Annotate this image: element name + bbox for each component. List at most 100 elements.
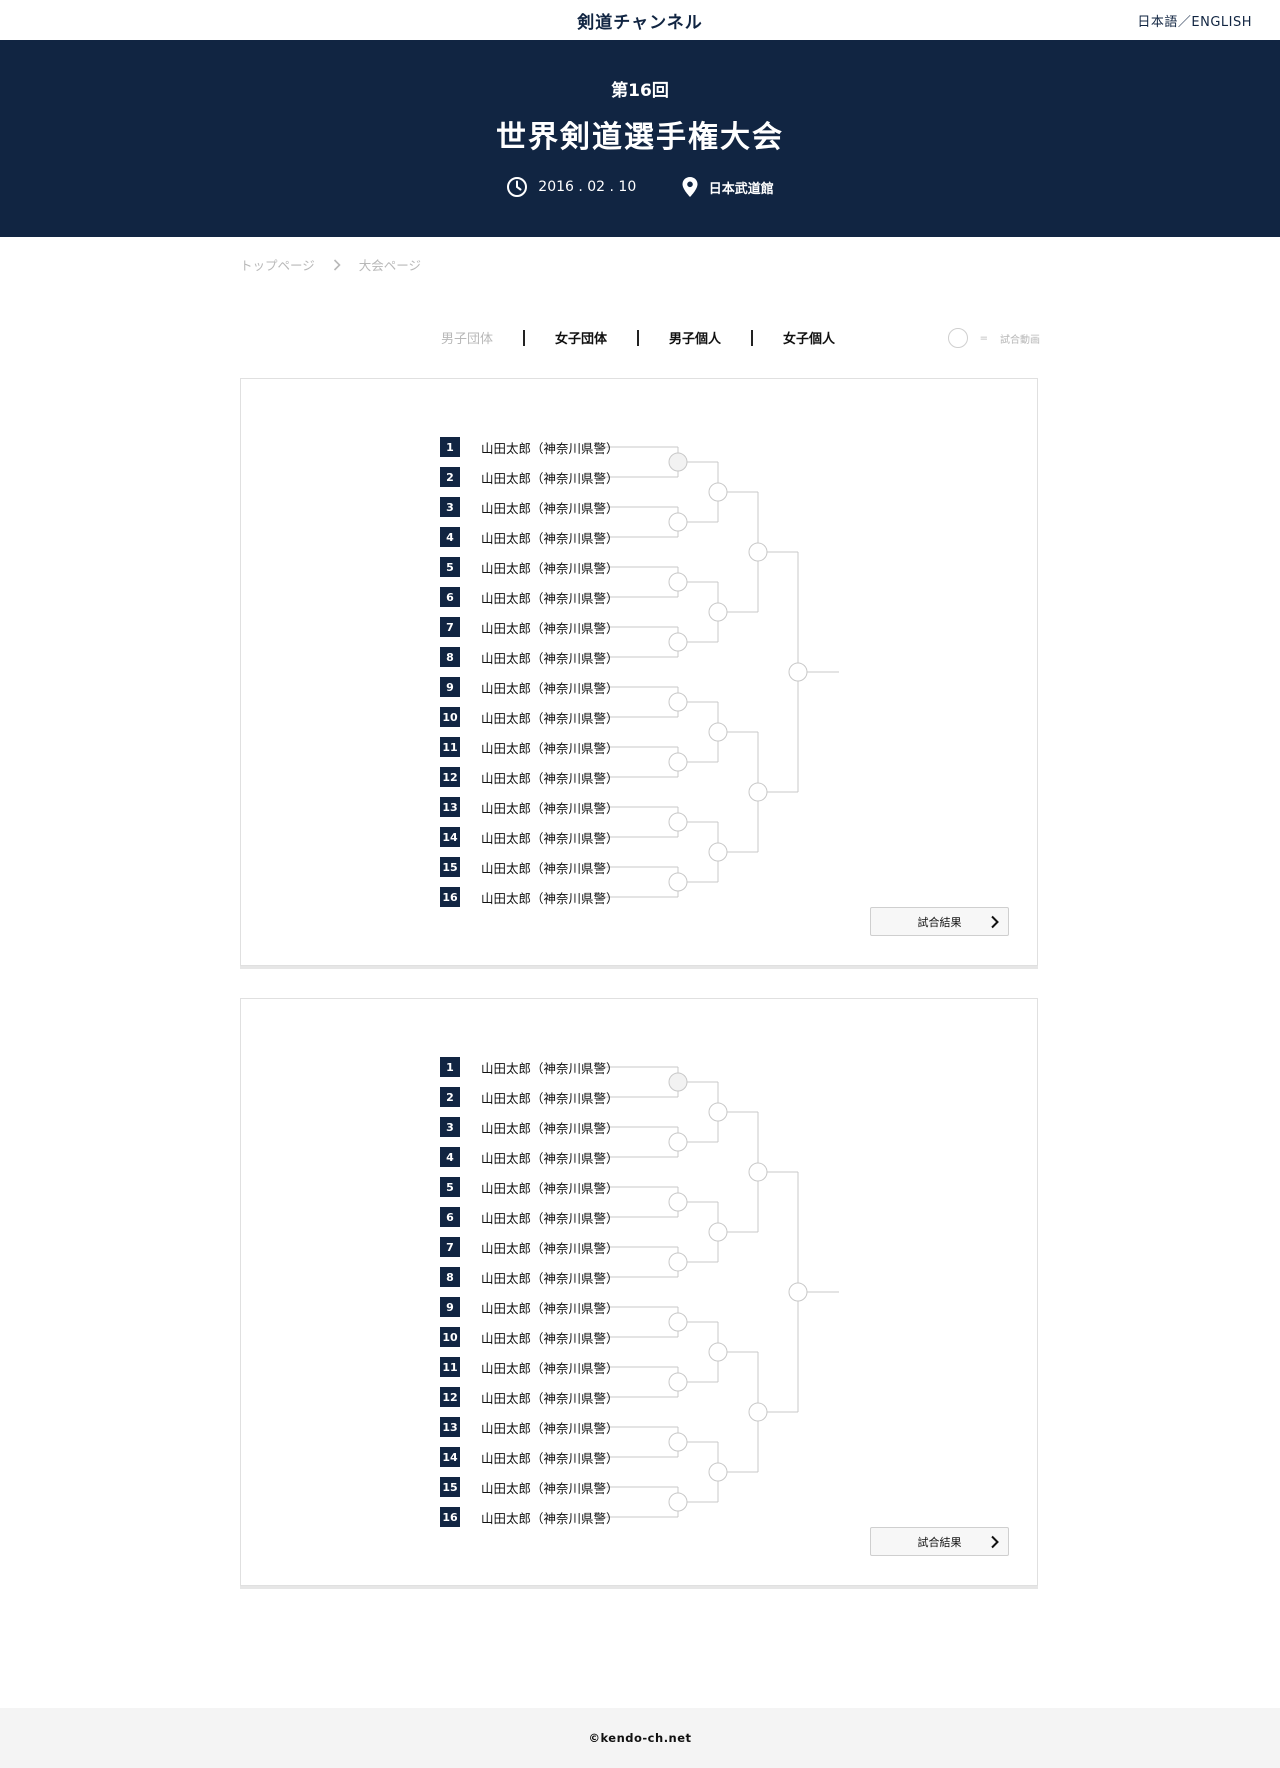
- seed-badge: 12: [440, 1387, 460, 1407]
- match-node-round-2[interactable]: [708, 842, 728, 862]
- match-node-round-2[interactable]: [708, 1462, 728, 1482]
- clock-icon: [507, 177, 528, 197]
- match-node-round-1[interactable]: [668, 1132, 688, 1152]
- match-node-round-1[interactable]: [668, 812, 688, 832]
- match-results-button[interactable]: 試合結果: [870, 907, 1009, 936]
- tournament-venue: 日本武道館: [681, 176, 774, 198]
- breadcrumb-current[interactable]: 大会ページ: [359, 255, 421, 274]
- site-title[interactable]: 剣道チャンネル: [0, 8, 1280, 33]
- seed-badge: 12: [440, 767, 460, 787]
- player-name: 山田太郎（神奈川県警）: [481, 530, 619, 546]
- match-results-button[interactable]: 試合結果: [870, 1527, 1009, 1556]
- player-name: 山田太郎（神奈川県警）: [481, 440, 619, 456]
- breadcrumb-home[interactable]: トップページ: [240, 255, 315, 274]
- match-node-round-1[interactable]: [668, 1312, 688, 1332]
- match-node-round-2[interactable]: [708, 482, 728, 502]
- bracket-entry: 14 山田太郎（神奈川県警）: [440, 827, 619, 847]
- seed-badge: 4: [440, 1147, 460, 1167]
- language-switch[interactable]: 日本語／ENGLISH: [1137, 11, 1252, 30]
- match-node-round-2[interactable]: [708, 722, 728, 742]
- match-results-label: 試合結果: [917, 1535, 962, 1549]
- match-node-round-2[interactable]: [708, 1342, 728, 1362]
- match-node-round-1[interactable]: [668, 752, 688, 772]
- player-name: 山田太郎（神奈川県警）: [481, 1390, 619, 1406]
- match-node-round-1[interactable]: [668, 1372, 688, 1392]
- match-node-round-1[interactable]: [668, 572, 688, 592]
- bracket-entry: 16 山田太郎（神奈川県警）: [440, 887, 619, 907]
- seed-badge: 1: [440, 1057, 460, 1077]
- match-node-round-1[interactable]: [668, 1072, 688, 1092]
- player-name: 山田太郎（神奈川県警）: [481, 800, 619, 816]
- bracket-tree: [598, 446, 839, 898]
- tab-womens-team[interactable]: 女子団体: [544, 328, 618, 347]
- tab-mens-individual[interactable]: 男子個人: [658, 328, 732, 347]
- seed-badge: 13: [440, 1417, 460, 1437]
- bracket-entry: 5 山田太郎（神奈川県警）: [440, 1177, 619, 1197]
- seed-badge: 10: [440, 1327, 460, 1347]
- match-node-round-1[interactable]: [668, 1192, 688, 1212]
- seed-badge: 3: [440, 1117, 460, 1137]
- tab-womens-individual[interactable]: 女子個人: [772, 328, 846, 347]
- player-name: 山田太郎（神奈川県警）: [481, 1210, 619, 1226]
- player-name: 山田太郎（神奈川県警）: [481, 770, 619, 786]
- legend-equals: =: [979, 332, 988, 344]
- bracket-entry: 12 山田太郎（神奈川県警）: [440, 1387, 619, 1407]
- seed-badge: 5: [440, 557, 460, 577]
- match-node-round-4[interactable]: [788, 662, 808, 682]
- player-name: 山田太郎（神奈川県警）: [481, 650, 619, 666]
- match-node-round-2[interactable]: [708, 1222, 728, 1242]
- bracket-entry: 1 山田太郎（神奈川県警）: [440, 1057, 619, 1077]
- seed-badge: 2: [440, 467, 460, 487]
- bracket-entry: 7 山田太郎（神奈川県警）: [440, 617, 619, 637]
- category-tabs: 男子団体 女子団体 男子個人 女子個人: [430, 328, 846, 347]
- date-text: 2016 . 02 . 10: [538, 179, 637, 195]
- match-node-round-4[interactable]: [788, 1282, 808, 1302]
- bracket-entry: 2 山田太郎（神奈川県警）: [440, 1087, 619, 1107]
- tab-mens-team[interactable]: 男子団体: [430, 328, 504, 347]
- match-node-round-3[interactable]: [748, 782, 768, 802]
- match-node-round-1[interactable]: [668, 692, 688, 712]
- match-node-round-1[interactable]: [668, 1252, 688, 1272]
- match-node-round-3[interactable]: [748, 1162, 768, 1182]
- bracket-entry: 6 山田太郎（神奈川県警）: [440, 587, 619, 607]
- venue-text: 日本武道館: [708, 181, 774, 197]
- tournament-name: 世界剣道選手権大会: [496, 120, 784, 155]
- location-pin-icon: [682, 177, 698, 197]
- chevron-right-icon: [991, 1535, 999, 1549]
- player-name: 山田太郎（神奈川県警）: [481, 1330, 619, 1346]
- match-node-round-1[interactable]: [668, 452, 688, 472]
- match-node-round-2[interactable]: [708, 602, 728, 622]
- seed-badge: 10: [440, 707, 460, 727]
- bracket-entry: 16 山田太郎（神奈川県警）: [440, 1507, 619, 1527]
- tab-divider: [504, 329, 544, 346]
- match-video-circle-icon: [947, 328, 968, 348]
- match-node-round-3[interactable]: [748, 1402, 768, 1422]
- bracket-entry: 8 山田太郎（神奈川県警）: [440, 647, 619, 667]
- seed-badge: 13: [440, 797, 460, 817]
- player-name: 山田太郎（神奈川県警）: [481, 1270, 619, 1286]
- player-name: 山田太郎（神奈川県警）: [481, 1450, 619, 1466]
- seed-badge: 6: [440, 587, 460, 607]
- bracket-entry: 4 山田太郎（神奈川県警）: [440, 527, 619, 547]
- bracket-entry: 2 山田太郎（神奈川県警）: [440, 467, 619, 487]
- bracket-entry: 13 山田太郎（神奈川県警）: [440, 1417, 619, 1437]
- bracket-entry: 9 山田太郎（神奈川県警）: [440, 1297, 619, 1317]
- match-node-round-1[interactable]: [668, 1432, 688, 1452]
- match-node-round-1[interactable]: [668, 632, 688, 652]
- match-node-round-1[interactable]: [668, 872, 688, 892]
- seed-badge: 9: [440, 677, 460, 697]
- seed-badge: 7: [440, 1237, 460, 1257]
- bracket-entry: 4 山田太郎（神奈川県警）: [440, 1147, 619, 1167]
- match-node-round-1[interactable]: [668, 512, 688, 532]
- seed-badge: 8: [440, 647, 460, 667]
- bracket-entry: 13 山田太郎（神奈川県警）: [440, 797, 619, 817]
- bracket-entry: 7 山田太郎（神奈川県警）: [440, 1237, 619, 1257]
- match-node-round-1[interactable]: [668, 1492, 688, 1512]
- match-node-round-3[interactable]: [748, 542, 768, 562]
- tab-divider: [732, 329, 772, 346]
- bracket-entry: 11 山田太郎（神奈川県警）: [440, 1357, 619, 1377]
- player-name: 山田太郎（神奈川県警）: [481, 1510, 619, 1526]
- bracket-entry: 12 山田太郎（神奈川県警）: [440, 767, 619, 787]
- seed-badge: 15: [440, 1477, 460, 1497]
- match-node-round-2[interactable]: [708, 1102, 728, 1122]
